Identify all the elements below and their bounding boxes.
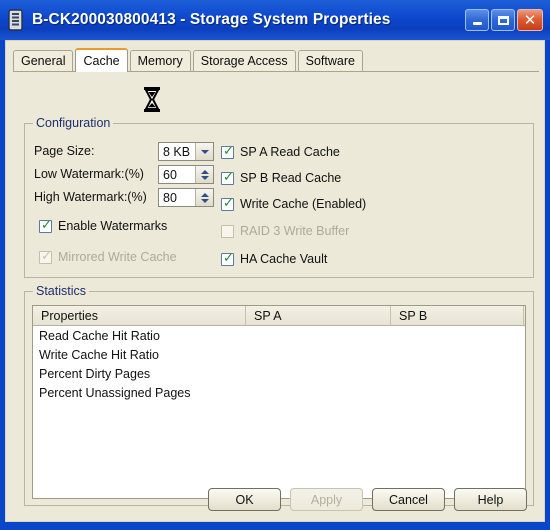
checkbox-mirrored-write-cache: ✓ Mirrored Write Cache: [39, 250, 177, 264]
column-header-properties[interactable]: Properties: [33, 306, 246, 325]
tab-general-label: General: [21, 54, 66, 68]
page-size-dropdown-button[interactable]: [195, 143, 213, 160]
checkbox-box: ✓: [221, 195, 234, 211]
cancel-button-label: Cancel: [389, 492, 428, 507]
spin-down-icon[interactable]: [200, 198, 209, 203]
low-watermark-spinner[interactable]: 60: [158, 165, 214, 184]
statistics-legend: Statistics: [33, 284, 90, 298]
checkmark-icon: ✓: [223, 169, 234, 185]
hourglass-cursor: [142, 86, 162, 113]
spin-down-icon[interactable]: [200, 175, 209, 180]
checkbox-sp-b-read-cache[interactable]: ✓ SP B Read Cache: [221, 171, 341, 185]
cell-property: Percent Dirty Pages: [39, 366, 151, 381]
checkbox-write-cache-label: Write Cache (Enabled): [240, 197, 367, 211]
tab-software[interactable]: Software: [297, 50, 363, 71]
high-watermark-spin-buttons[interactable]: [195, 189, 213, 206]
checkbox-write-cache[interactable]: ✓ Write Cache (Enabled): [221, 197, 366, 211]
page-size-label: Page Size:: [34, 144, 95, 158]
low-watermark-value: 60: [159, 166, 195, 183]
window-title: B-CK200030800413 - Storage System Proper…: [32, 11, 391, 28]
maximize-icon: [497, 15, 509, 25]
column-header-sp-b[interactable]: SP B: [391, 306, 524, 325]
checkbox-box: ✓: [39, 248, 52, 264]
dialog-body: General Cache Memory Storage Access Soft…: [5, 40, 545, 522]
tab-storage-access[interactable]: Storage Access: [192, 50, 296, 71]
minimize-icon: [472, 22, 482, 25]
apply-button-label: Apply: [310, 492, 343, 507]
table-row[interactable]: Write Cache Hit Ratio: [33, 345, 525, 364]
close-icon: ✕: [523, 10, 537, 29]
checkbox-box: ✓: [39, 217, 52, 233]
maximize-button[interactable]: [491, 9, 515, 31]
checkmark-icon: ✓: [223, 195, 234, 211]
dialog-button-bar: OK Apply Cancel Help: [6, 488, 546, 511]
checkbox-enable-watermarks[interactable]: ✓ Enable Watermarks: [39, 219, 167, 233]
cell-property: Percent Unassigned Pages: [39, 385, 191, 400]
help-button[interactable]: Help: [454, 488, 527, 511]
tab-storage-access-label: Storage Access: [200, 54, 288, 68]
minimize-button[interactable]: [465, 9, 489, 31]
cell-property: Write Cache Hit Ratio: [39, 347, 159, 362]
table-header-row: Properties SP A SP B: [33, 306, 525, 326]
checkbox-enable-watermarks-label: Enable Watermarks: [58, 219, 168, 233]
checkbox-mirrored-write-cache-label: Mirrored Write Cache: [58, 250, 177, 264]
checkmark-icon: ✓: [223, 250, 234, 266]
low-watermark-spin-buttons[interactable]: [195, 166, 213, 183]
checkbox-box: [221, 224, 234, 238]
checkbox-raid-3-write-buffer: RAID 3 Write Buffer: [221, 224, 349, 238]
tab-memory[interactable]: Memory: [129, 50, 191, 71]
storage-system-properties-window: B-CK200030800413 - Storage System Proper…: [0, 0, 550, 530]
checkbox-box: ✓: [221, 143, 234, 159]
table-row[interactable]: Read Cache Hit Ratio: [33, 326, 525, 345]
high-watermark-label: High Watermark:(%): [34, 190, 147, 204]
column-header-sp-a[interactable]: SP A: [246, 306, 391, 325]
apply-button: Apply: [290, 488, 363, 511]
page-size-value: 8 KB: [159, 143, 195, 160]
checkmark-icon: ✓: [41, 248, 52, 264]
checkbox-raid-3-write-buffer-label: RAID 3 Write Buffer: [240, 224, 350, 238]
spin-up-icon[interactable]: [200, 192, 209, 197]
caption-button-group: ✕: [465, 9, 543, 31]
checkbox-sp-b-read-cache-label: SP B Read Cache: [240, 171, 342, 185]
title-bar[interactable]: B-CK200030800413 - Storage System Proper…: [0, 0, 550, 40]
chevron-down-icon: [200, 149, 209, 154]
checkbox-box: ✓: [221, 250, 234, 266]
spin-up-icon[interactable]: [200, 169, 209, 174]
tab-software-label: Software: [305, 54, 355, 68]
checkbox-box: ✓: [221, 169, 234, 185]
ok-button[interactable]: OK: [208, 488, 281, 511]
checkbox-sp-a-read-cache[interactable]: ✓ SP A Read Cache: [221, 145, 340, 159]
cancel-button[interactable]: Cancel: [372, 488, 445, 511]
checkbox-sp-a-read-cache-label: SP A Read Cache: [240, 145, 340, 159]
checkmark-icon: ✓: [41, 217, 52, 233]
close-button[interactable]: ✕: [517, 9, 543, 31]
configuration-legend: Configuration: [33, 116, 114, 130]
low-watermark-label: Low Watermark:(%): [34, 167, 144, 181]
tab-strip: General Cache Memory Storage Access Soft…: [13, 48, 365, 72]
page-size-dropdown[interactable]: 8 KB: [158, 142, 214, 161]
checkmark-icon: ✓: [223, 143, 234, 159]
checkbox-ha-cache-vault[interactable]: ✓ HA Cache Vault: [221, 252, 327, 266]
table-row[interactable]: Percent Dirty Pages: [33, 364, 525, 383]
tab-memory-label: Memory: [137, 54, 183, 68]
table-row[interactable]: Percent Unassigned Pages: [33, 383, 525, 402]
high-watermark-spinner[interactable]: 80: [158, 188, 214, 207]
statistics-table[interactable]: Properties SP A SP B Read Cache Hit Rati…: [32, 305, 526, 499]
ok-button-label: OK: [235, 492, 254, 507]
checkbox-ha-cache-vault-label: HA Cache Vault: [240, 252, 328, 266]
cell-property: Read Cache Hit Ratio: [39, 328, 160, 343]
tab-cache[interactable]: Cache: [75, 48, 128, 72]
high-watermark-value: 80: [159, 189, 195, 206]
help-button-label: Help: [477, 492, 504, 507]
storage-array-icon: [8, 9, 23, 31]
tab-general[interactable]: General: [13, 50, 74, 71]
tab-cache-label: Cache: [83, 54, 120, 68]
